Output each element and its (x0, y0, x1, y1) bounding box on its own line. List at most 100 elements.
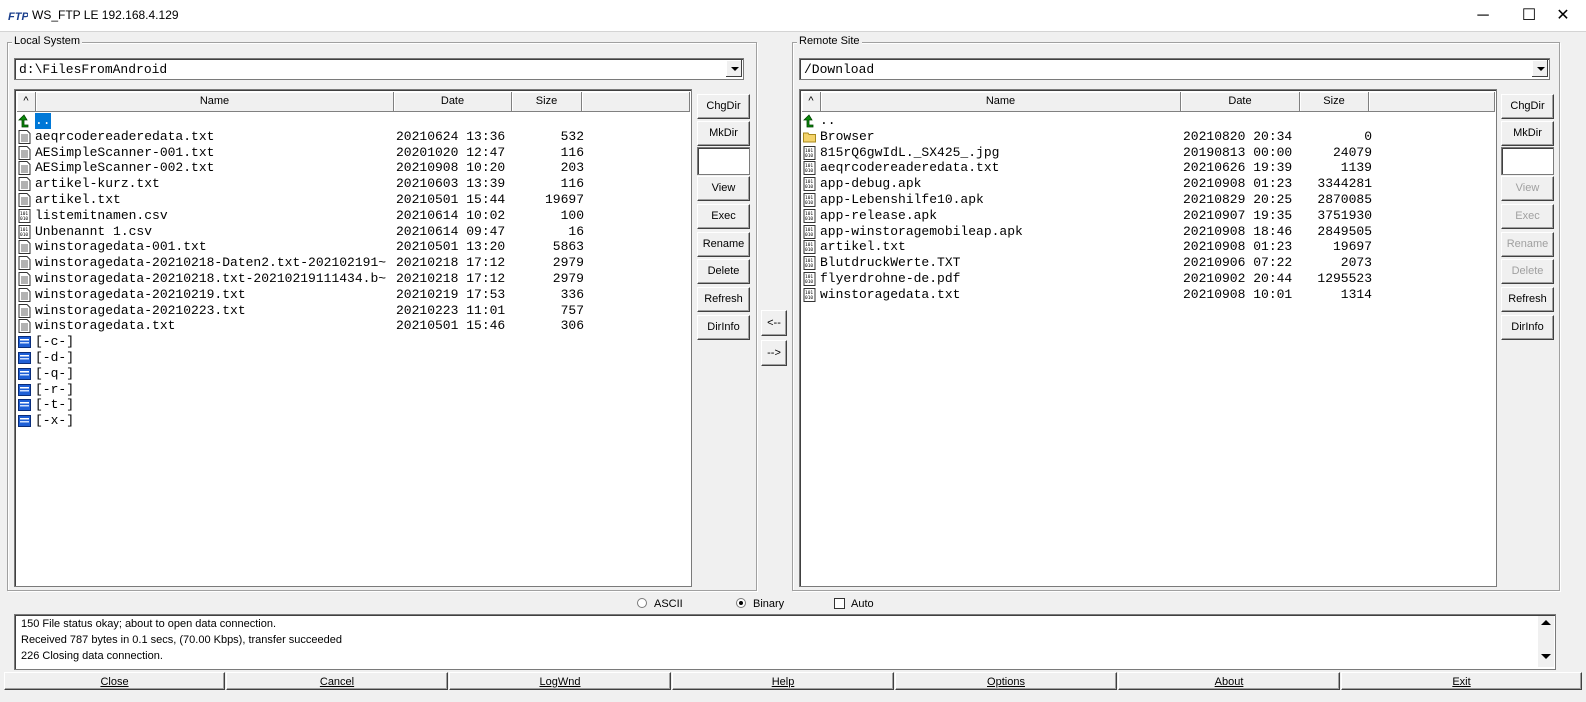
local-dirinfo-button[interactable]: DirInfo (697, 315, 750, 340)
remote-file-row[interactable]: Browser 20210820 20:34 0 (802, 129, 1462, 145)
log-window[interactable]: 150 File status okay; about to open data… (14, 614, 1556, 670)
remote-file-row[interactable]: 101 010 aeqrcodereaderedata.txt 20210626 19… (802, 160, 1462, 176)
local-name-header[interactable]: Name (36, 92, 394, 112)
log-line: 226 Closing data connection. (21, 650, 163, 662)
remote-file-row[interactable]: 101 010 winstoragedata.txt 20210908 10:01 13… (802, 287, 1462, 303)
minimize-button[interactable]: ─ (1460, 0, 1506, 31)
remote-file-name: app-Lebenshilfe10.apk (820, 192, 984, 207)
binary-label[interactable]: Binary (753, 598, 784, 610)
remote-dirinfo-button[interactable]: DirInfo (1501, 315, 1554, 340)
remote-file-name: winstoragedata.txt (820, 286, 961, 302)
svg-text:010: 010 (805, 295, 813, 301)
local-file-row[interactable]: AESimpleScanner-001.txt 20201020 12:47 116 (17, 145, 677, 161)
close-button[interactable]: Close (4, 672, 225, 690)
text-file-icon (18, 145, 31, 160)
local-chgdir-button[interactable]: ChgDir (697, 94, 750, 119)
remote-file-size: 1139 (1340, 160, 1372, 176)
svg-text:010: 010 (805, 279, 813, 285)
local-date-header[interactable]: Date (394, 92, 512, 112)
ascii-label[interactable]: ASCII (654, 598, 683, 610)
remote-path-combo[interactable]: /Download (799, 58, 1550, 80)
remote-file-size: 24079 (1332, 144, 1372, 160)
remote-chgdir-button[interactable]: ChgDir (1501, 94, 1554, 119)
local-file-row[interactable]: [-c-] (17, 334, 677, 350)
ftp-logo-icon: FTP (8, 11, 28, 23)
local-file-row[interactable]: 101 010 Unbenannt 1.csv 20210614 09:47 16 (17, 224, 677, 240)
local-view-button[interactable]: View (697, 176, 750, 201)
local-file-row[interactable]: AESimpleScanner-002.txt 20210908 10:20 203 (17, 160, 677, 176)
local-file-row[interactable]: winstoragedata-20210219.txt 20210219 17:5… (17, 287, 677, 303)
local-file-name: artikel.txt (35, 192, 121, 207)
remote-path-dropdown-icon[interactable] (1531, 60, 1548, 77)
remote-rename-button[interactable]: Rename (1501, 232, 1554, 257)
local-sort-header[interactable]: ^ (17, 92, 36, 112)
local-delete-button[interactable]: Delete (697, 259, 750, 284)
remote-file-row[interactable]: 101 010 815rQ6gwIdL._SX425_.jpg 20190813 00… (802, 145, 1462, 161)
remote-file-date: 20210829 20:25 (1183, 192, 1293, 207)
ascii-radio[interactable] (637, 598, 647, 608)
remote-command-field[interactable] (1501, 147, 1554, 175)
local-file-row[interactable]: [-q-] (17, 366, 677, 382)
auto-checkbox[interactable] (834, 598, 845, 609)
remote-file-row[interactable]: 101 010 BlutdruckWerte.TXT 20210906 07:22 20… (802, 255, 1462, 271)
remote-sort-header[interactable]: ^ (802, 92, 821, 112)
local-file-row[interactable]: [-t-] (17, 397, 677, 413)
local-size-header[interactable]: Size (512, 92, 582, 112)
local-file-date: 20210219 17:53 (396, 286, 506, 302)
local-file-row[interactable]: .. (17, 113, 677, 129)
remote-refresh-button[interactable]: Refresh (1501, 287, 1554, 312)
local-file-row[interactable]: aeqrcodereaderedata.txt 20210624 13:36 532 (17, 129, 677, 145)
local-file-row[interactable]: winstoragedata-20210218-Daten2.txt-20210… (17, 255, 677, 271)
transfer-to-local-button[interactable]: <-- (761, 310, 787, 336)
logwnd-button[interactable]: LogWnd (449, 672, 671, 690)
local-file-row[interactable]: 101 010 listemitnamen.csv 20210614 10:02 100 (17, 208, 677, 224)
remote-exec-button[interactable]: Exec (1501, 204, 1554, 229)
close-window-button[interactable]: ✕ (1540, 0, 1586, 31)
remote-file-list[interactable]: ^ Name Date Size .. Browser 20210820 20:34… (799, 89, 1497, 587)
local-exec-button[interactable]: Exec (697, 204, 750, 229)
exit-button[interactable]: Exit (1341, 672, 1582, 690)
remote-file-row[interactable]: 101 010 app-winstoragemobileap.apk 20210908… (802, 224, 1462, 240)
local-file-row[interactable]: winstoragedata.txt 20210501 15:46 306 (17, 318, 677, 334)
remote-date-header[interactable]: Date (1181, 92, 1300, 112)
scroll-down-icon[interactable] (1541, 654, 1551, 659)
help-button[interactable]: Help (672, 672, 894, 690)
log-scrollbar[interactable] (1538, 616, 1554, 667)
remote-file-row[interactable]: 101 010 artikel.txt 20210908 01:23 19697 (802, 239, 1462, 255)
local-command-field[interactable] (697, 147, 750, 175)
remote-mkdir-button[interactable]: MkDir (1501, 121, 1554, 146)
remote-size-header[interactable]: Size (1300, 92, 1369, 112)
transfer-to-remote-button[interactable]: --> (761, 340, 787, 366)
local-file-row[interactable]: artikel.txt 20210501 15:44 19697 (17, 192, 677, 208)
remote-file-row[interactable]: 101 010 flyerdrohne-de.pdf 20210902 20:44 12… (802, 271, 1462, 287)
remote-file-row[interactable]: 101 010 app-debug.apk 20210908 01:23 3344281 (802, 176, 1462, 192)
local-path-dropdown-icon[interactable] (725, 60, 742, 77)
remote-file-date: 20210902 20:44 (1183, 271, 1293, 286)
local-path-combo[interactable]: d:\FilesFromAndroid (14, 58, 744, 80)
local-file-row[interactable]: [-d-] (17, 350, 677, 366)
options-button[interactable]: Options (895, 672, 1117, 690)
remote-file-row[interactable]: .. (802, 113, 1462, 129)
binary-radio[interactable] (736, 598, 746, 608)
local-refresh-button[interactable]: Refresh (697, 287, 750, 312)
local-file-row[interactable]: [-r-] (17, 382, 677, 398)
local-file-row[interactable]: artikel-kurz.txt 20210603 13:39 116 (17, 176, 677, 192)
local-file-name: Unbenannt 1.csv (35, 223, 153, 239)
local-file-list[interactable]: ^ Name Date Size .. aeqrcodereaderedata.t… (14, 89, 692, 587)
local-file-row[interactable]: winstoragedata-20210223.txt 20210223 11:0… (17, 303, 677, 319)
local-rename-button[interactable]: Rename (697, 232, 750, 257)
local-file-row[interactable]: winstoragedata-20210218.txt-202102191114… (17, 271, 677, 287)
about-button[interactable]: About (1118, 672, 1340, 690)
local-file-row[interactable]: [-x-] (17, 413, 677, 429)
remote-file-row[interactable]: 101 010 app-release.apk 20210907 19:35 37519… (802, 208, 1462, 224)
remote-file-row[interactable]: 101 010 app-Lebenshilfe10.apk 20210829 20:2… (802, 192, 1462, 208)
remote-view-button[interactable]: View (1501, 176, 1554, 201)
local-file-size: 203 (560, 160, 584, 176)
remote-name-header[interactable]: Name (821, 92, 1181, 112)
cancel-button[interactable]: Cancel (226, 672, 448, 690)
local-file-row[interactable]: winstoragedata-001.txt 20210501 13:20 5863 (17, 239, 677, 255)
auto-label[interactable]: Auto (851, 598, 874, 610)
scroll-up-icon[interactable] (1541, 620, 1551, 625)
remote-delete-button[interactable]: Delete (1501, 259, 1554, 284)
local-mkdir-button[interactable]: MkDir (697, 121, 750, 146)
